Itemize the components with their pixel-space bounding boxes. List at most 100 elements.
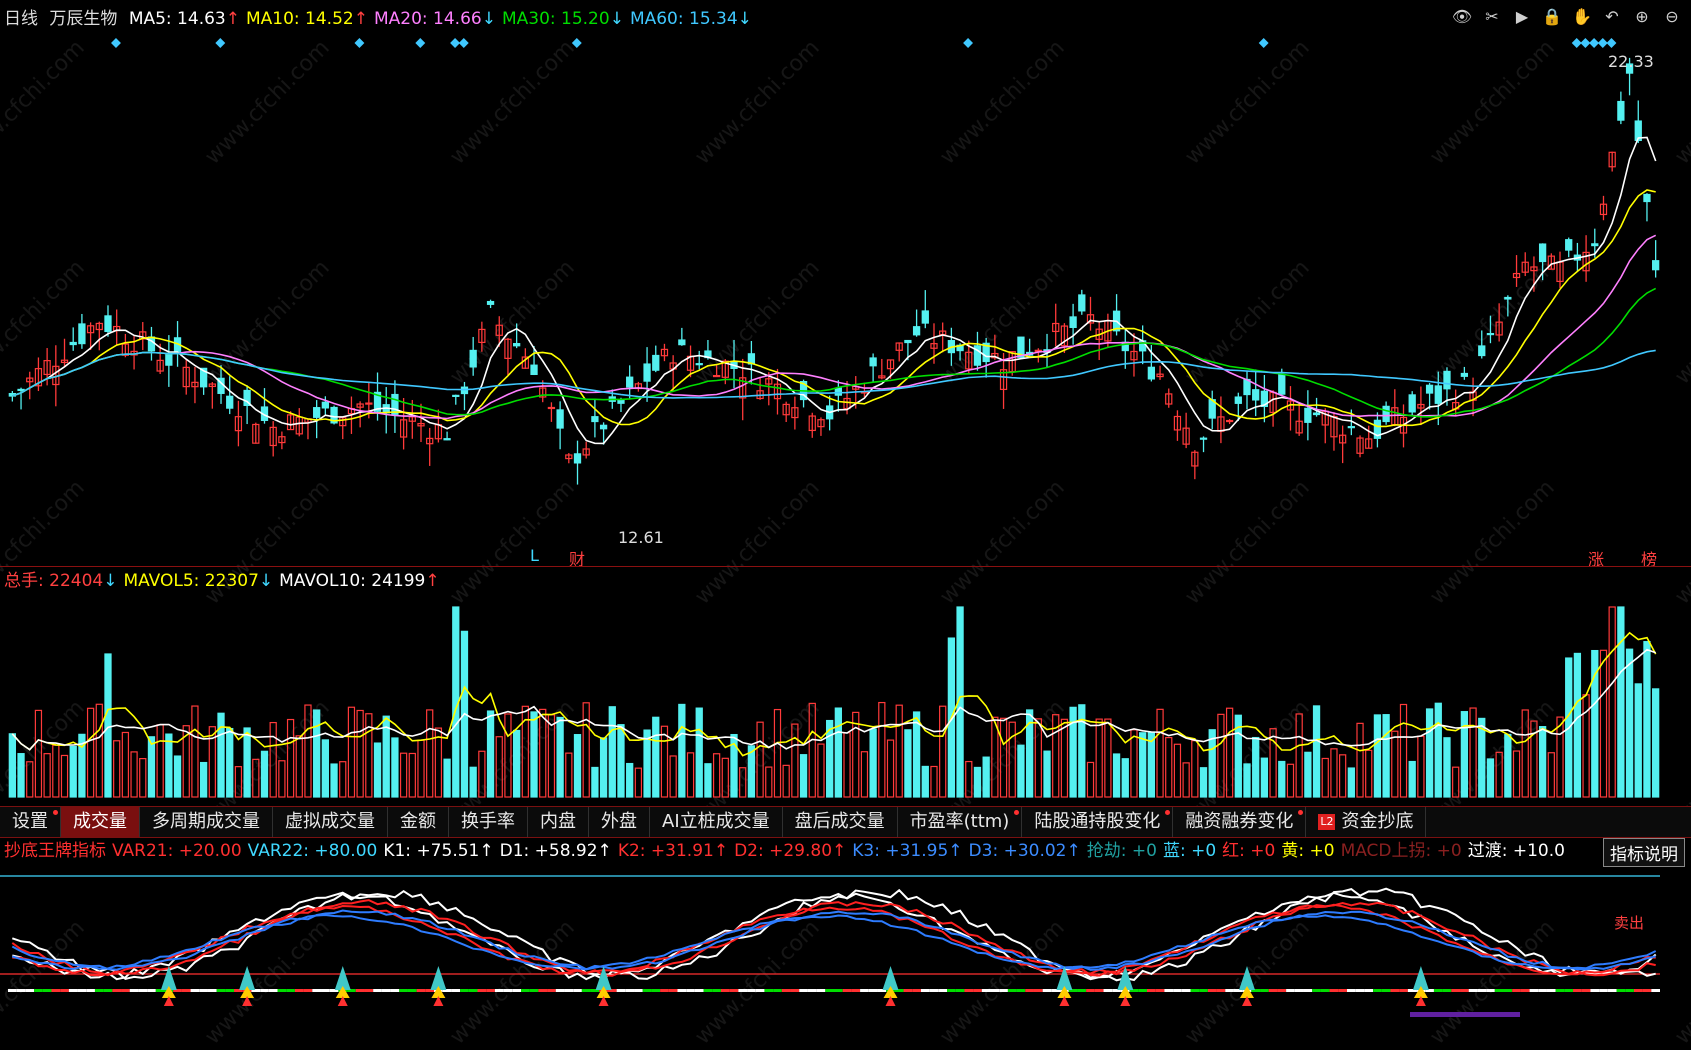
indicator-help-button[interactable]: 指标说明 [1603,838,1685,867]
volume-bar [773,708,782,798]
candle [1504,295,1512,317]
volume-bar [347,706,356,798]
scissors-icon[interactable]: ✂ [1481,6,1503,28]
tab-陆股通持股变化[interactable]: 陆股通持股变化 [1022,807,1174,837]
volume-bar [921,765,929,798]
tab-内盘[interactable]: 内盘 [528,807,589,837]
volume-bar [1295,713,1303,798]
event-diamond-icon[interactable] [1571,38,1582,48]
tab-盘后成交量[interactable]: 盘后成交量 [783,807,898,837]
volume-bar [843,732,851,798]
volume-bar [1652,688,1660,798]
tab-融资融券变化[interactable]: 融资融券变化 [1173,807,1307,837]
signal-segment [494,989,504,992]
tab-市盈率(ttm)[interactable]: 市盈率(ttm) [898,807,1023,837]
volume-bar [973,766,982,798]
tab-换手率[interactable]: 换手率 [449,807,528,837]
event-diamond-icon[interactable] [1606,38,1617,48]
hand-icon[interactable]: ✋ [1571,6,1593,28]
indicator-legend-item: 红: +0 [1222,841,1276,861]
tab-label: 内盘 [540,811,576,832]
indicator-legend-item: K1: +75.51↑ [383,841,494,861]
volume-bar [1573,652,1582,798]
candle [8,390,16,402]
signal-segment [1581,989,1591,992]
event-diamond-icon[interactable] [415,38,426,48]
tab-金额[interactable]: 金额 [388,807,449,837]
volume-bar [304,704,312,798]
buy-signal-triangle-icon [882,966,899,1006]
signal-segment [1164,989,1174,992]
signal-segment [1355,989,1365,992]
volume-bar [1034,718,1042,798]
tab-label: 盘后成交量 [794,811,885,832]
tab-外盘[interactable]: 外盘 [589,807,650,837]
volume-bar [1217,713,1225,798]
signal-segment [1529,989,1539,992]
event-diamond-icon[interactable] [450,38,461,48]
signal-segment [42,989,52,992]
event-diamond-icon[interactable] [1597,38,1608,48]
signal-segment [686,989,695,992]
ma-legend-item: MA5: 14.63↑ [128,9,240,29]
volume-chart[interactable] [0,592,1691,806]
candle [773,368,782,415]
event-diamond-icon[interactable] [1589,38,1600,48]
volume-bar [686,752,695,798]
zoom-out-icon[interactable]: ⊖ [1661,6,1683,28]
event-diamond-icon[interactable] [1258,38,1269,48]
candle [1269,390,1277,427]
volume-bar [782,764,790,798]
lock-icon[interactable]: 🔒 [1541,6,1563,28]
indicator-chart[interactable] [0,866,1691,1017]
tab-成交量[interactable]: 成交量 [61,807,140,837]
trend-arrow-icon: ↓ [609,9,624,29]
candle [556,401,564,450]
signal-segment [1138,989,1148,992]
signal-segment [1016,989,1026,992]
signal-segment [1381,989,1391,992]
tab-label: 陆股通持股变化 [1034,811,1161,832]
play-icon[interactable]: ▶ [1511,6,1533,28]
candle [817,417,825,436]
volume-bar [599,737,608,798]
signal-segment [364,989,374,992]
event-diamond-icon[interactable] [111,38,121,48]
event-diamond-icon[interactable] [571,38,582,48]
tab-设置[interactable]: 设置 [0,807,61,837]
zoom-in-icon[interactable]: ⊕ [1631,6,1653,28]
event-diamond-icon[interactable] [354,38,365,48]
volume-bar [1365,749,1373,798]
volume-bar [1225,707,1234,798]
candle [547,402,556,422]
indicator-header: 抄底王牌指标 VAR21: +20.00 VAR22: +80.00 K1: +75.… [4,840,1571,862]
tab-多周期成交量[interactable]: 多周期成交量 [140,807,273,837]
event-diamond-icon[interactable] [963,38,974,48]
candle [939,322,947,353]
scroll-indicator[interactable] [1410,1012,1520,1017]
signal-segment [729,989,739,992]
candle [382,387,390,434]
volume-bar [573,734,582,798]
event-diamond-icon[interactable] [458,38,469,48]
undo-icon[interactable]: ↶ [1601,6,1623,28]
eye-icon[interactable]: 👁 [1451,6,1473,28]
candle [165,335,173,387]
event-diamond-icon[interactable] [1580,38,1591,48]
signal-segment [668,989,678,992]
volume-bar [1608,606,1616,798]
tab-AI立桩成交量[interactable]: AI立桩成交量 [650,807,783,837]
event-diamond-icon[interactable] [215,38,226,48]
volume-bar [895,704,903,798]
tab-label: 金额 [400,811,436,832]
tab-虚拟成交量[interactable]: 虚拟成交量 [273,807,388,837]
candle [69,327,77,351]
volume-bar [652,716,660,798]
tab-资金抄底[interactable]: L2 资金抄底 [1306,807,1427,837]
candle [1286,386,1295,431]
volume-bar [712,753,721,798]
signal-segment [225,989,235,992]
candlestick-chart[interactable] [0,30,1691,565]
chart-toolbar: 👁 ✂ ▶ 🔒 ✋ ↶ ⊕ ⊖ [1451,6,1683,28]
signal-segment [312,989,322,992]
